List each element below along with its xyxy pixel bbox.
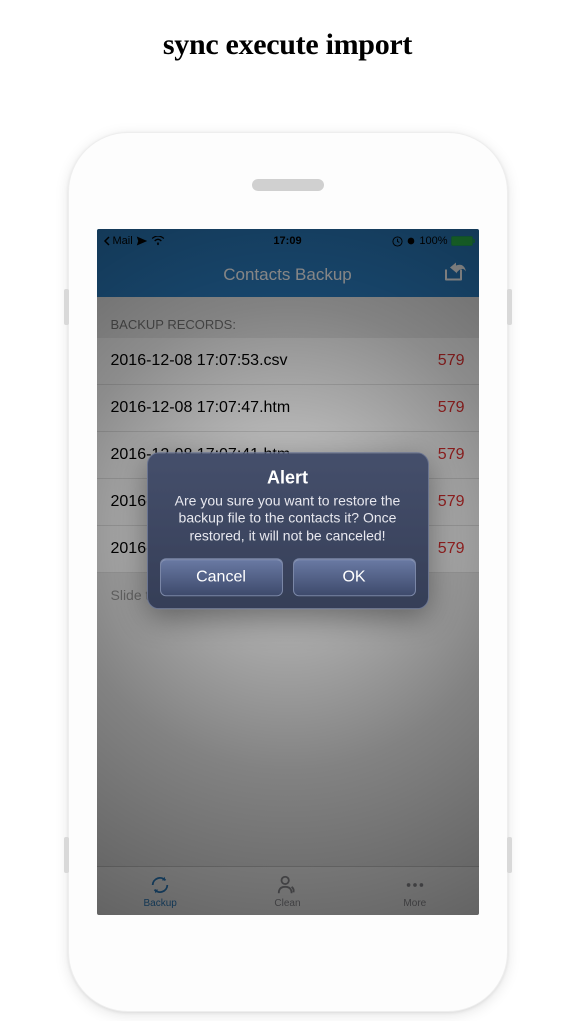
phone-side-button bbox=[64, 289, 69, 325]
page-heading: sync execute import bbox=[0, 0, 575, 76]
alert-dialog: Alert Are you sure you want to restore t… bbox=[147, 452, 429, 610]
phone-side-button bbox=[64, 837, 69, 873]
phone-screen: Mail 17:09 100% Contacts Backup bbox=[97, 229, 479, 915]
phone-side-button bbox=[507, 837, 512, 873]
alert-title: Alert bbox=[160, 467, 416, 488]
phone-side-button bbox=[507, 289, 512, 325]
phone-frame: Mail 17:09 100% Contacts Backup bbox=[68, 132, 508, 1012]
phone-speaker bbox=[252, 179, 324, 191]
ok-button[interactable]: OK bbox=[293, 559, 416, 597]
cancel-button[interactable]: Cancel bbox=[160, 559, 283, 597]
alert-message: Are you sure you want to restore the bac… bbox=[160, 492, 416, 545]
